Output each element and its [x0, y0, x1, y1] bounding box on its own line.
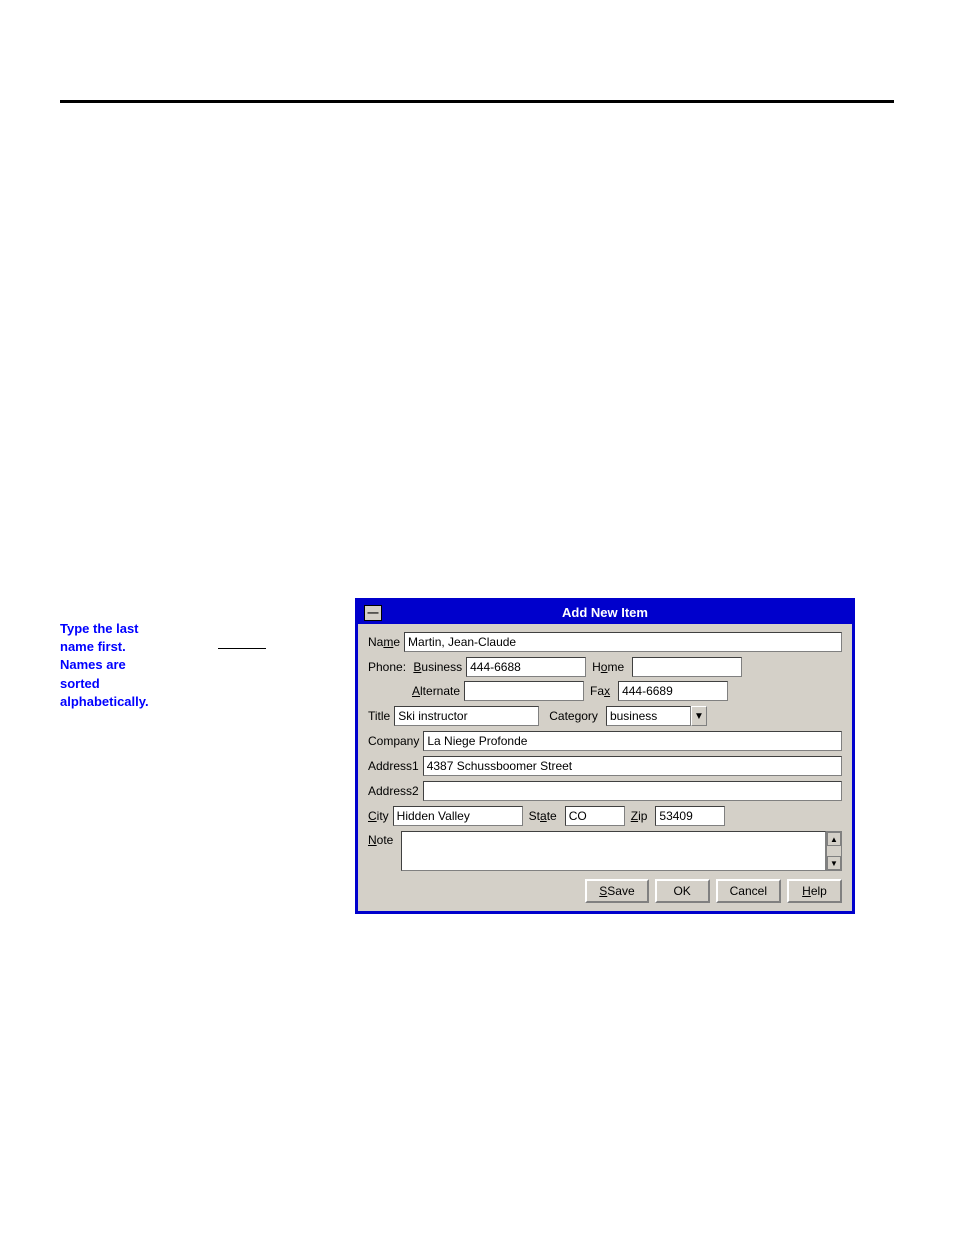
note-scroll-track: [827, 846, 841, 856]
alternate-input[interactable]: [464, 681, 584, 701]
state-input[interactable]: [565, 806, 625, 826]
state-label: State: [529, 809, 557, 823]
phone-label: Phone:: [368, 660, 406, 674]
address1-label: Address1: [368, 759, 419, 773]
name-row: Name: [368, 632, 842, 652]
note-scroll-up-button[interactable]: ▲: [827, 832, 841, 846]
zip-label: Zip: [631, 809, 648, 823]
zip-input[interactable]: [655, 806, 725, 826]
button-row: SSave OK Cancel Help: [368, 879, 842, 903]
company-label: Company: [368, 734, 419, 748]
company-input[interactable]: [423, 731, 842, 751]
note-area-container: ▲ ▼: [401, 831, 842, 871]
top-rule: [60, 100, 894, 103]
address1-input[interactable]: [423, 756, 842, 776]
alt-fax-row: Alternate Fax: [368, 681, 842, 701]
category-dropdown-button[interactable]: ▼: [691, 706, 707, 726]
fax-input[interactable]: [618, 681, 728, 701]
address2-row: Address2: [368, 781, 842, 801]
note-label: Note: [368, 833, 393, 847]
city-label: City: [368, 809, 389, 823]
business-label: Business: [410, 660, 462, 674]
ok-button[interactable]: OK: [655, 879, 710, 903]
address2-label: Address2: [368, 784, 419, 798]
city-state-zip-row: City State Zip: [368, 806, 842, 826]
annotation-line: [218, 648, 266, 649]
company-row: Company: [368, 731, 842, 751]
dialog-body: Name Phone: Business Home Alternate Fax …: [358, 624, 852, 911]
phone-row: Phone: Business Home: [368, 657, 842, 677]
category-label: Category: [549, 709, 598, 723]
dialog-title: Add New Item: [562, 605, 648, 620]
title-input[interactable]: [394, 706, 539, 726]
fax-label: Fax: [590, 684, 610, 698]
alternate-label: Alternate: [412, 684, 460, 698]
name-input[interactable]: [404, 632, 842, 652]
title-cat-row: Title Category ▼: [368, 706, 842, 726]
dialog-titlebar: — Add New Item: [358, 601, 852, 624]
save-button[interactable]: SSave: [585, 879, 648, 903]
category-input[interactable]: [606, 706, 691, 726]
note-scrollbar: ▲ ▼: [826, 831, 842, 871]
home-label: Home: [592, 660, 624, 674]
category-container: ▼: [602, 706, 707, 726]
dialog-minimize-button[interactable]: —: [364, 605, 382, 621]
help-button[interactable]: Help: [787, 879, 842, 903]
note-scroll-down-button[interactable]: ▼: [827, 856, 841, 870]
address1-row: Address1: [368, 756, 842, 776]
title-label: Title: [368, 709, 390, 723]
add-new-item-dialog: — Add New Item Name Phone: Business Home…: [355, 598, 855, 914]
business-phone-input[interactable]: [466, 657, 586, 677]
note-input[interactable]: [401, 831, 826, 871]
name-label: Name: [368, 635, 400, 649]
note-row: Note ▲ ▼: [368, 831, 842, 871]
address2-input[interactable]: [423, 781, 842, 801]
city-input[interactable]: [393, 806, 523, 826]
annotation-text: Type the last name first. Names are sort…: [60, 620, 220, 711]
cancel-button[interactable]: Cancel: [716, 879, 781, 903]
home-phone-input[interactable]: [632, 657, 742, 677]
